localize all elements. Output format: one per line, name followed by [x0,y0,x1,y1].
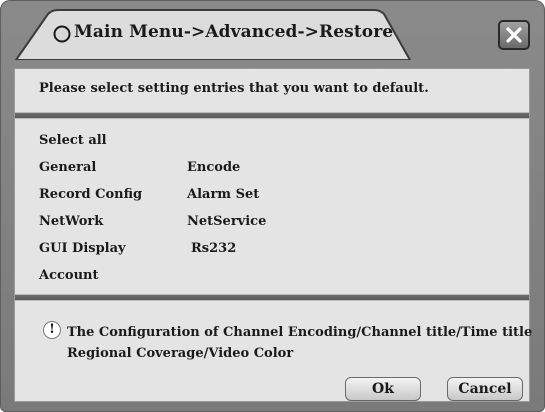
circle-icon [53,25,71,43]
option-record-config[interactable]: Record Config [39,187,142,202]
close-icon [506,27,522,43]
option-netservice[interactable]: NetService [187,214,266,229]
note-line-1: The Configuration of Channel Encoding/Ch… [67,325,533,340]
option-gui-display[interactable]: GUI Display [39,241,126,256]
title-bar: Main Menu->Advanced->Restore [0,0,545,60]
restore-panel: Please select setting entries that you w… [14,68,533,402]
option-alarm-set[interactable]: Alarm Set [187,187,259,202]
restore-dialog: Main Menu->Advanced->Restore Please sele… [0,0,545,412]
option-account[interactable]: Account [39,268,99,283]
close-button[interactable] [498,20,530,50]
restore-note: The Configuration of Channel Encoding/Ch… [67,322,533,364]
ok-button[interactable]: Ok [345,377,421,401]
option-select-all[interactable]: Select all [39,133,107,148]
instruction-text: Please select setting entries that you w… [39,81,429,96]
window-title: Main Menu->Advanced->Restore [74,22,394,42]
cancel-button[interactable]: Cancel [447,377,523,401]
info-icon: ! [43,321,61,339]
note-line-2: Regional Coverage/Video Color [67,346,294,361]
divider-top [15,112,529,119]
option-general[interactable]: General [39,160,96,175]
option-encode[interactable]: Encode [187,160,240,175]
option-network[interactable]: NetWork [39,214,103,229]
option-rs232[interactable]: Rs232 [191,241,236,256]
divider-bottom [15,294,529,301]
